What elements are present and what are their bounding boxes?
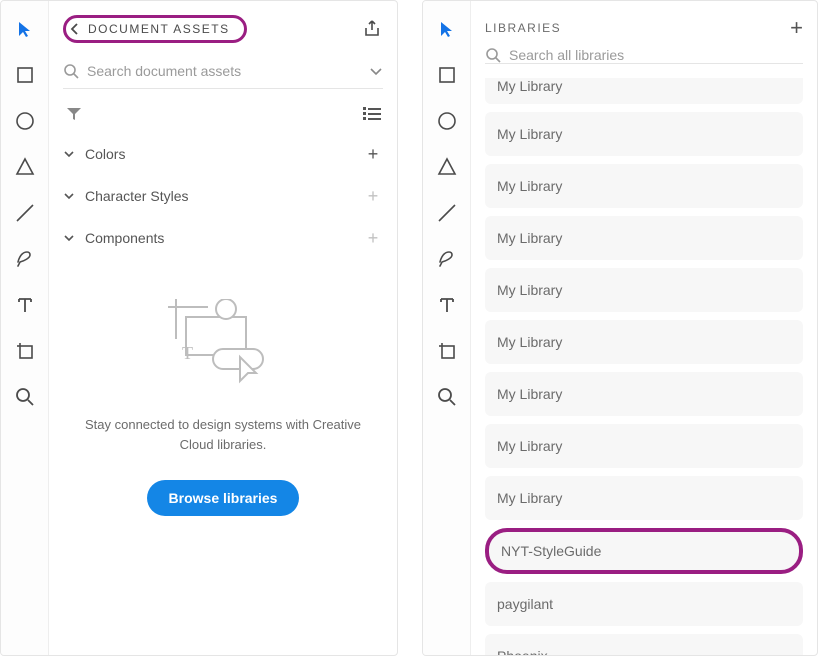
library-item-nyt-styleguide[interactable]: NYT-StyleGuide <box>485 528 803 574</box>
polygon-tool-icon[interactable] <box>11 153 39 181</box>
library-item[interactable]: My Library <box>485 268 803 312</box>
text-tool-icon[interactable] <box>11 291 39 319</box>
share-icon[interactable] <box>361 18 383 40</box>
chevron-down-icon <box>63 232 75 244</box>
pen-tool-icon[interactable] <box>11 245 39 273</box>
tool-bar <box>1 1 49 655</box>
chevron-left-icon <box>70 22 80 36</box>
search-icon <box>63 63 79 79</box>
text-tool-icon[interactable] <box>433 291 461 319</box>
add-component-button[interactable]: + <box>363 228 383 249</box>
section-label: Components <box>85 230 164 246</box>
polygon-tool-icon[interactable] <box>433 153 461 181</box>
panel-title: DOCUMENT ASSETS <box>88 22 230 36</box>
library-item[interactable]: My Library <box>485 78 803 104</box>
chevron-down-icon <box>63 190 75 202</box>
libraries-title: LIBRARIES <box>485 21 561 35</box>
search-icon <box>485 47 501 63</box>
add-library-button[interactable]: + <box>790 15 803 41</box>
section-components[interactable]: Components + <box>63 217 383 259</box>
library-item[interactable]: My Library <box>485 216 803 260</box>
ellipse-tool-icon[interactable] <box>433 107 461 135</box>
library-item[interactable]: My Library <box>485 424 803 468</box>
line-tool-icon[interactable] <box>11 199 39 227</box>
zoom-tool-icon[interactable] <box>433 383 461 411</box>
section-label: Colors <box>85 146 125 162</box>
libraries-art-icon: T <box>168 299 278 389</box>
search-input[interactable] <box>87 63 361 79</box>
select-tool-icon[interactable] <box>433 15 461 43</box>
libraries-search-row <box>485 47 803 64</box>
library-item[interactable]: My Library <box>485 372 803 416</box>
chevron-down-icon[interactable] <box>369 64 383 78</box>
empty-state: T Stay connected to design systems with … <box>63 259 383 516</box>
add-charstyle-button[interactable]: + <box>363 186 383 207</box>
browse-libraries-button[interactable]: Browse libraries <box>147 480 300 516</box>
library-item[interactable]: My Library <box>485 476 803 520</box>
pen-tool-icon[interactable] <box>433 245 461 273</box>
back-to-document-assets[interactable]: DOCUMENT ASSETS <box>63 15 247 43</box>
search-row <box>63 53 383 89</box>
artboard-tool-icon[interactable] <box>11 337 39 365</box>
svg-text:T: T <box>182 343 193 363</box>
library-item[interactable]: My Library <box>485 320 803 364</box>
document-assets-panel: DOCUMENT ASSETS <box>0 0 398 656</box>
section-colors[interactable]: Colors + <box>63 133 383 175</box>
library-item[interactable]: paygilant <box>485 582 803 626</box>
section-label: Character Styles <box>85 188 188 204</box>
library-item[interactable]: My Library <box>485 112 803 156</box>
tool-bar <box>423 1 471 655</box>
library-item[interactable]: My Library <box>485 164 803 208</box>
chevron-down-icon <box>63 148 75 160</box>
rectangle-tool-icon[interactable] <box>433 61 461 89</box>
libraries-search-input[interactable] <box>509 47 803 63</box>
filter-icon[interactable] <box>63 103 85 125</box>
zoom-tool-icon[interactable] <box>11 383 39 411</box>
select-tool-icon[interactable] <box>11 15 39 43</box>
libraries-list: My Library My Library My Library My Libr… <box>485 70 803 655</box>
library-item[interactable]: Phoenix <box>485 634 803 655</box>
section-character-styles[interactable]: Character Styles + <box>63 175 383 217</box>
list-view-icon[interactable] <box>361 103 383 125</box>
line-tool-icon[interactable] <box>433 199 461 227</box>
add-color-button[interactable]: + <box>363 144 383 165</box>
rectangle-tool-icon[interactable] <box>11 61 39 89</box>
empty-state-text: Stay connected to design systems with Cr… <box>73 415 373 454</box>
ellipse-tool-icon[interactable] <box>11 107 39 135</box>
artboard-tool-icon[interactable] <box>433 337 461 365</box>
libraries-panel: LIBRARIES + My Library My Library My Lib… <box>422 0 818 656</box>
